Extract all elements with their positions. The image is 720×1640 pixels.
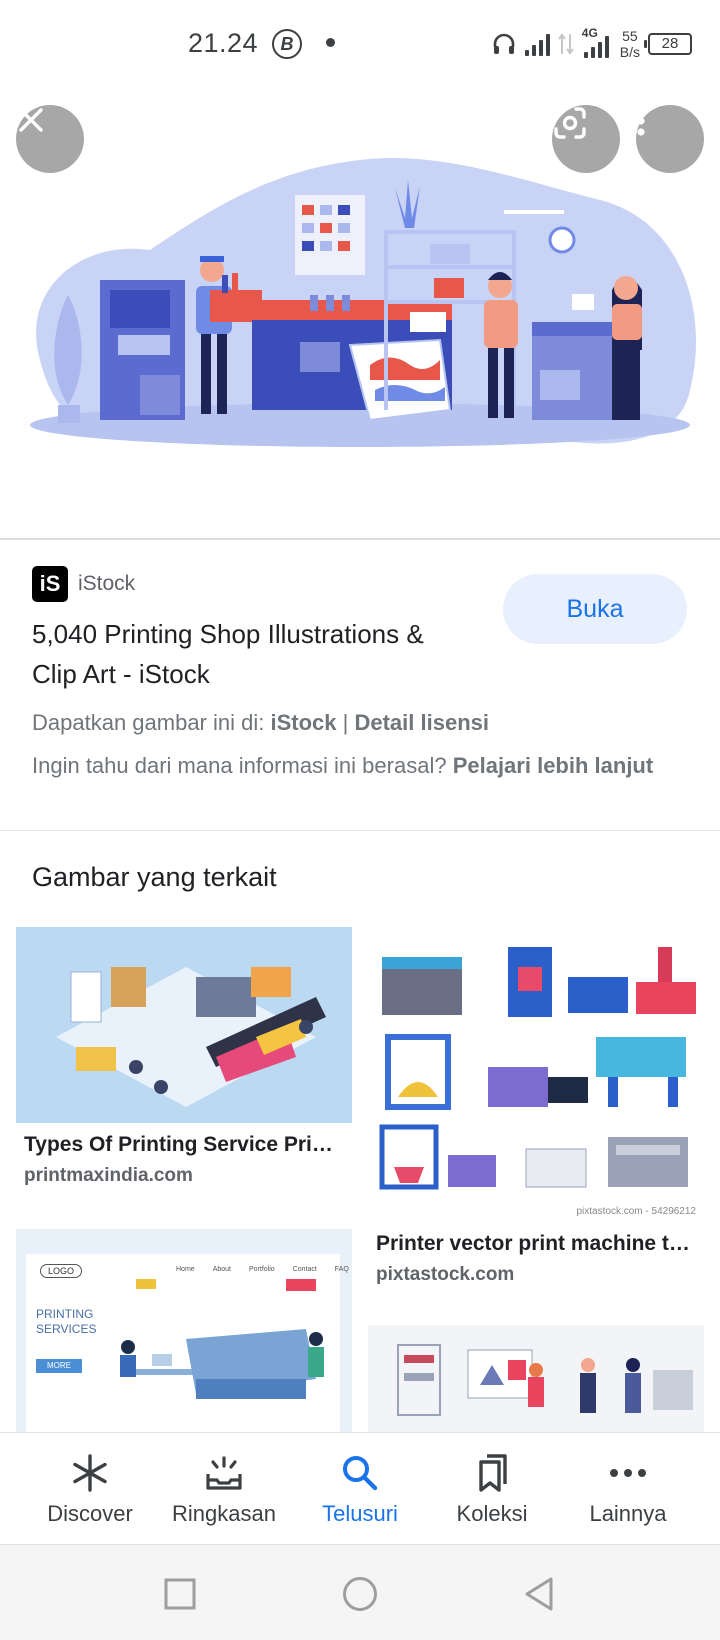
recents-icon[interactable] [163, 1577, 197, 1611]
related-item[interactable] [368, 1325, 704, 1432]
info-line: Ingin tahu dari mana informasi ini beras… [32, 753, 654, 778]
nav-ringkasan[interactable]: Ringkasan [152, 1451, 296, 1527]
preview-image[interactable] [0, 90, 720, 538]
home-icon[interactable] [342, 1576, 378, 1612]
related-item-site: printmaxindia.com [24, 1165, 193, 1186]
watermark: pixtastock.com - 54296212 [576, 1206, 696, 1217]
related-thumbnail [16, 927, 352, 1123]
license-site-link[interactable]: iStock [270, 710, 336, 735]
related-thumbnail: LOGO Home About Portfolio Contact FAQ PRINTI… [16, 1229, 352, 1432]
lens-button[interactable] [552, 105, 620, 173]
istock-logo: iS [32, 566, 68, 602]
asterisk-icon [73, 1454, 107, 1492]
back-icon[interactable] [522, 1576, 556, 1612]
headset-icon [493, 33, 515, 54]
signal-1-icon [524, 32, 550, 56]
license-line: Dapatkan gambar ini di: iStock | Detail … [32, 710, 489, 735]
related-thumbnail [368, 1325, 704, 1432]
bottom-navigation: Discover Ringkasan Telusuri Koleksi Lain… [0, 1432, 720, 1544]
divider [0, 830, 720, 831]
notification-dot-icon [326, 38, 335, 47]
b-notification-icon: B [272, 29, 302, 59]
related-item[interactable]: Types Of Printing Service Pri… printmaxi… [16, 927, 352, 1197]
signal-2-icon: 4G [582, 26, 612, 58]
related-item-title: Types Of Printing Service Pri… [24, 1133, 333, 1156]
net-speed: 55 B/s [619, 28, 640, 60]
related-item[interactable]: LOGO Home About Portfolio Contact FAQ PRINTI… [16, 1229, 352, 1432]
bookmarks-icon [479, 1454, 507, 1492]
related-thumbnail: pixtastock.com - 54296212 [368, 927, 704, 1221]
system-navigation-bar [0, 1544, 720, 1640]
related-item[interactable]: pixtastock.com - 54296212 Printer vector… [368, 927, 704, 1297]
status-bar: 21.24 B 4G 55 B/s 28 [0, 0, 720, 90]
data-arrows-icon [557, 33, 574, 55]
learn-more-link[interactable]: Pelajari lebih lanjut [453, 753, 654, 778]
divider [0, 538, 720, 540]
status-time: 21.24 [188, 28, 259, 58]
nav-discover[interactable]: Discover [18, 1451, 162, 1527]
more-vertical-icon [637, 106, 645, 136]
more-options-button[interactable] [636, 105, 704, 173]
related-item-title: Printer vector print machine t… [376, 1232, 690, 1255]
search-icon [343, 1456, 378, 1491]
license-detail-link[interactable]: Detail lisensi [354, 710, 489, 735]
source-row[interactable]: iS iStock [32, 566, 135, 602]
source-name: iStock [78, 572, 136, 595]
lens-icon [554, 107, 586, 139]
nav-lainnya[interactable]: Lainnya [556, 1451, 700, 1527]
related-item-site: pixtastock.com [376, 1264, 515, 1285]
more-horizontal-icon [610, 1469, 646, 1477]
related-heading: Gambar yang terkait [32, 862, 277, 892]
close-button[interactable] [16, 105, 84, 173]
result-title[interactable]: 5,040 Printing Shop Illustrations & Clip… [32, 614, 472, 694]
nav-koleksi[interactable]: Koleksi [420, 1451, 564, 1527]
close-icon [19, 108, 43, 132]
nav-telusuri[interactable]: Telusuri [288, 1451, 432, 1527]
open-button[interactable]: Buka [503, 574, 687, 644]
status-icons: 4G 55 B/s 28 [491, 26, 692, 62]
battery-icon: 28 [644, 33, 692, 55]
inbox-icon [206, 1456, 242, 1490]
